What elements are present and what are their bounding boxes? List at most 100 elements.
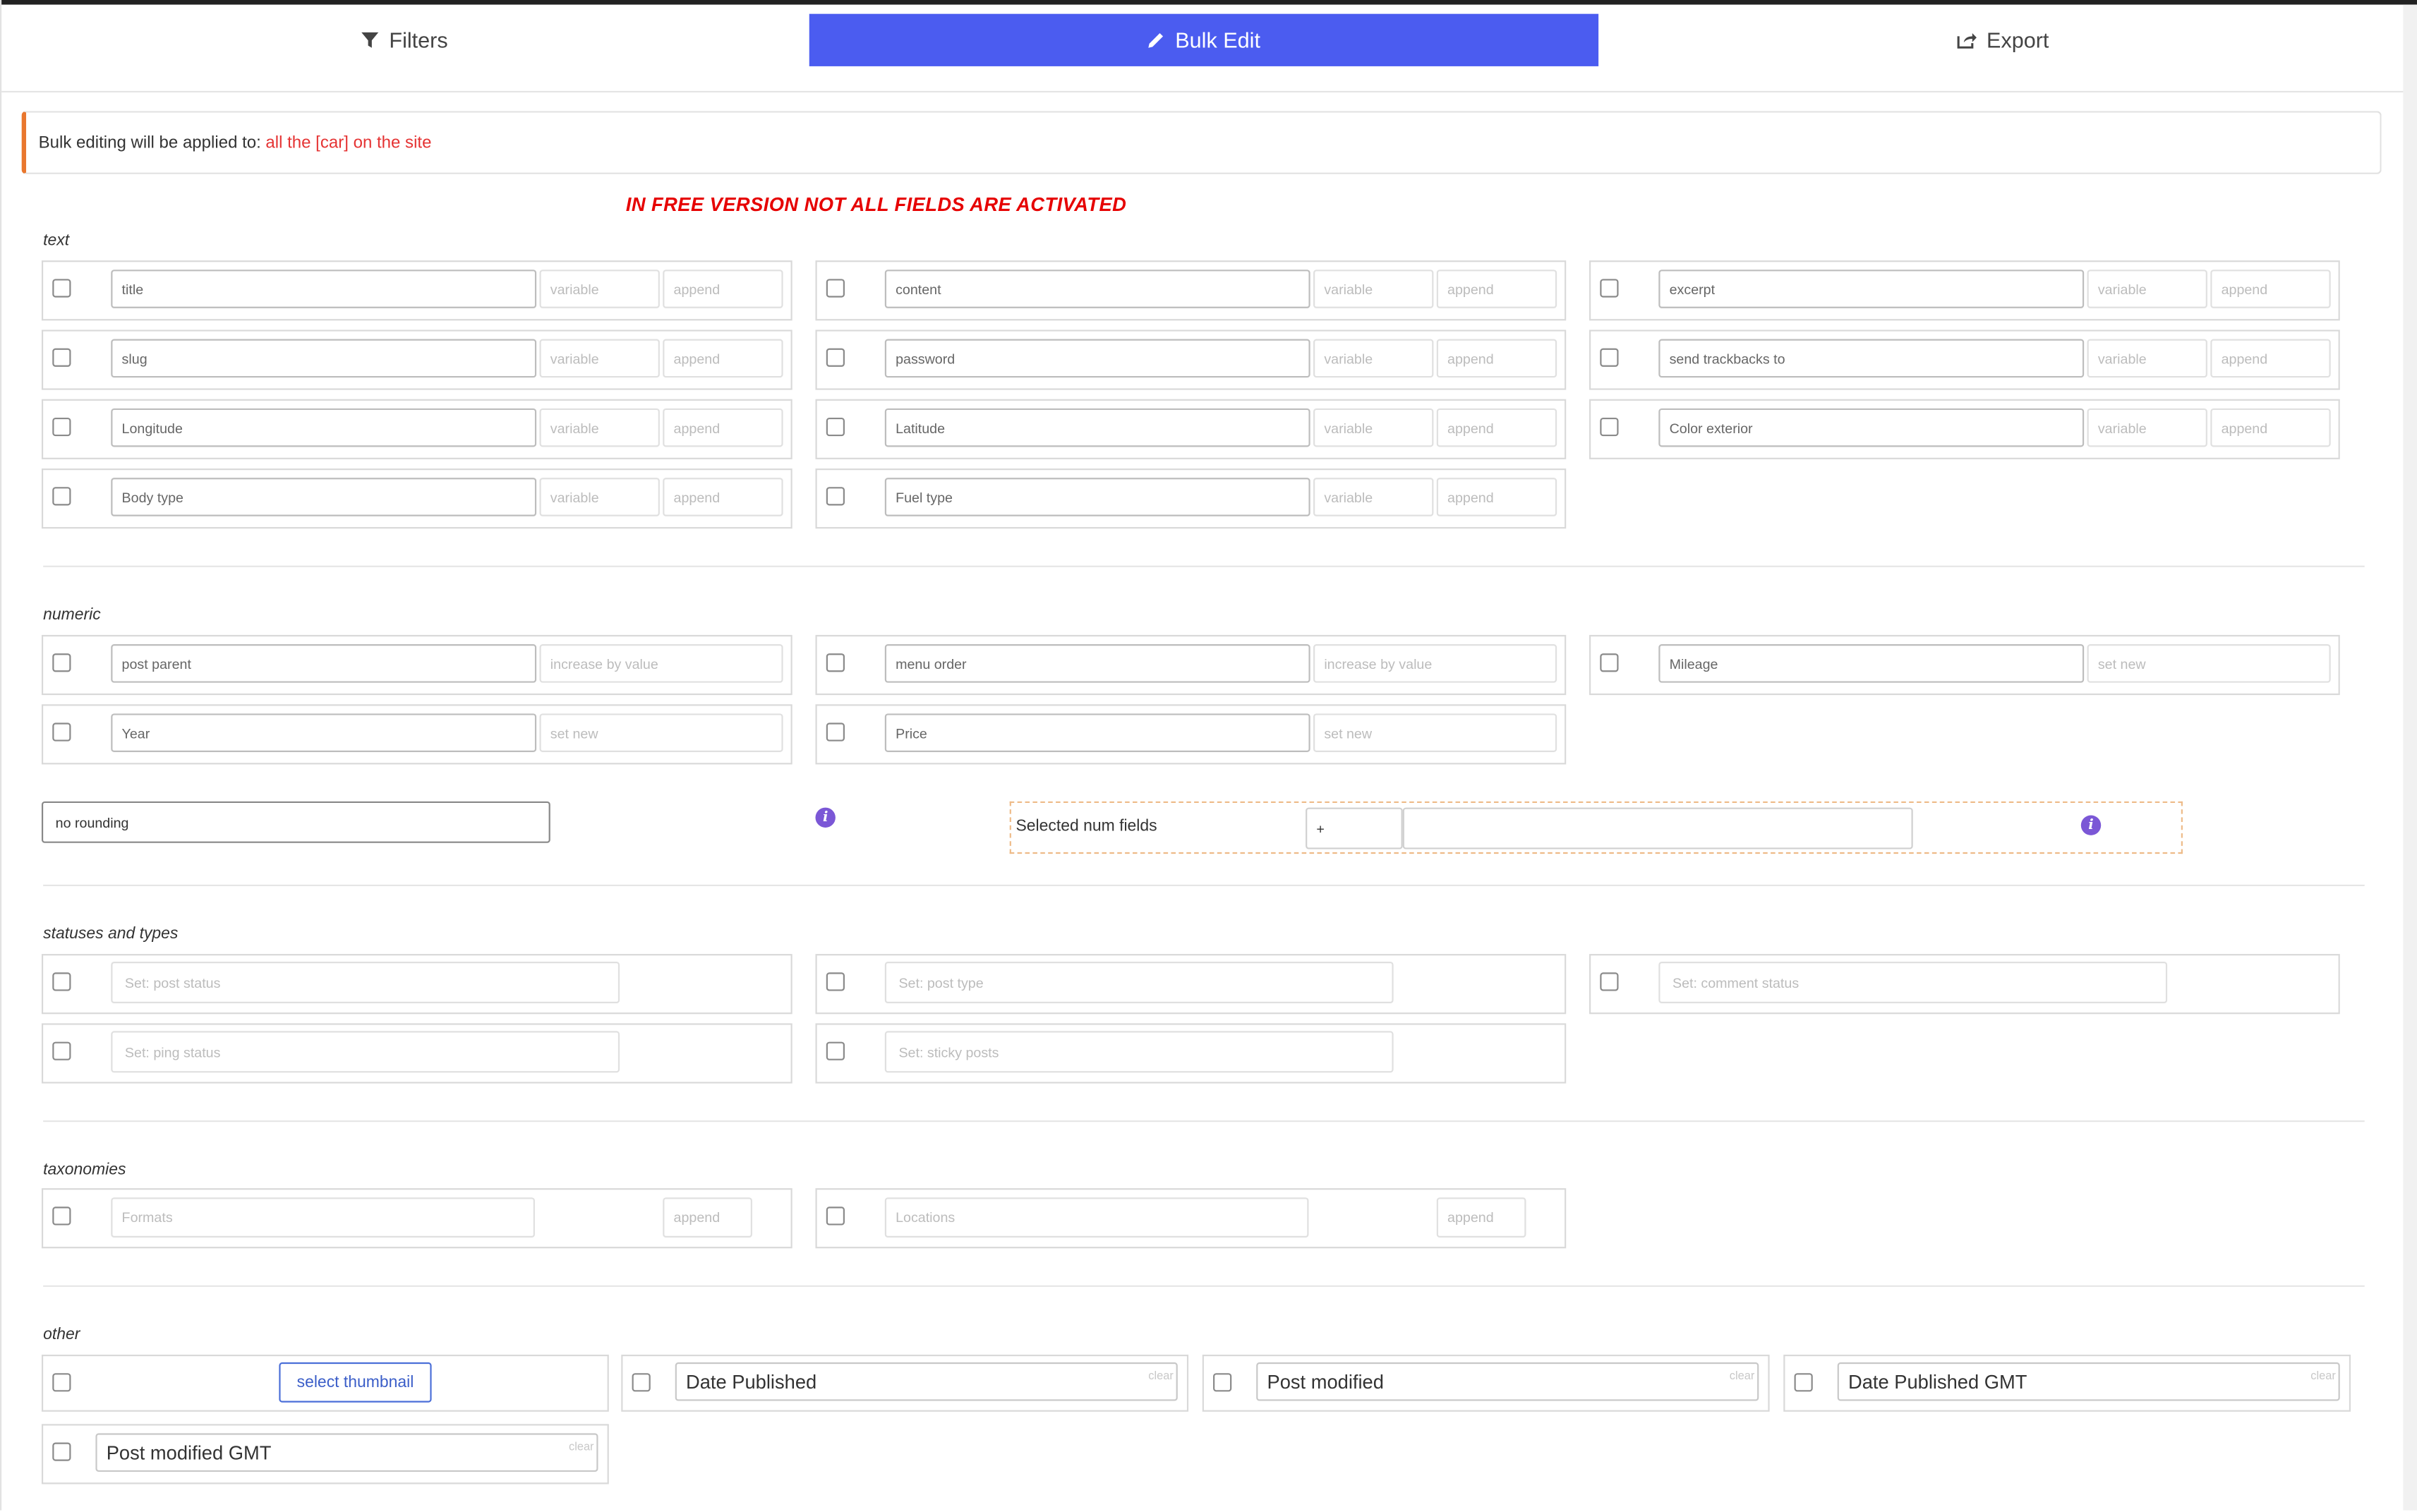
field-input[interactable]: Mileage [1658, 644, 2085, 683]
field-input[interactable]: slug [111, 339, 537, 378]
tab-bulk-edit[interactable]: Bulk Edit [809, 13, 1599, 66]
variable-select[interactable]: variable [2087, 339, 2207, 378]
status-field-row: Set: post status [41, 954, 792, 1015]
select-thumbnail-button[interactable]: select thumbnail [279, 1362, 432, 1403]
variable-select[interactable]: variable [1313, 408, 1434, 447]
status-select[interactable]: Set: post type [884, 962, 1394, 1003]
variable-select[interactable]: variable [1313, 339, 1434, 378]
clear-date-button[interactable]: clear [569, 1439, 594, 1453]
info-icon[interactable]: i [2080, 815, 2102, 835]
variable-select[interactable]: variable [1313, 478, 1434, 516]
numeric-mode-select[interactable]: increase by value [539, 644, 783, 683]
variable-select[interactable]: variable [539, 408, 660, 447]
operator-select[interactable]: + [1306, 807, 1403, 849]
taxonomy-mode-select[interactable]: append [663, 1197, 752, 1238]
field-checkbox[interactable] [826, 722, 845, 742]
clear-date-button[interactable]: clear [2310, 1369, 2336, 1383]
info-icon[interactable]: i [815, 807, 836, 828]
field-checkbox[interactable] [52, 279, 71, 298]
field-checkbox[interactable] [1600, 348, 1619, 367]
taxonomy-select[interactable]: Formats [111, 1197, 535, 1238]
field-input[interactable]: excerpt [1658, 270, 2085, 308]
date-input[interactable]: Date Published GMT [1837, 1362, 2340, 1401]
rounding-select[interactable]: no rounding [41, 801, 550, 843]
mode-select[interactable]: append [663, 478, 783, 516]
numeric-mode-select[interactable]: set new [1313, 713, 1557, 752]
mode-select[interactable]: append [1436, 339, 1557, 378]
mode-select[interactable]: append [663, 270, 783, 308]
tab-filters[interactable]: Filters [3, 14, 806, 66]
variable-select[interactable]: variable [2087, 408, 2207, 447]
numeric-mode-select[interactable]: increase by value [1313, 644, 1557, 683]
status-select[interactable]: Set: ping status [111, 1031, 620, 1073]
mode-select[interactable]: append [2210, 339, 2331, 378]
date-input[interactable]: Post modified [1256, 1362, 1759, 1401]
field-checkbox[interactable] [826, 1206, 845, 1226]
tab-export[interactable]: Export [1601, 14, 2403, 66]
field-checkbox[interactable] [52, 1206, 71, 1226]
status-select[interactable]: Set: sticky posts [884, 1031, 1394, 1073]
field-input[interactable]: Longitude [111, 408, 537, 447]
clear-date-button[interactable]: clear [1730, 1369, 1755, 1383]
numeric-mode-select[interactable]: set new [539, 713, 783, 752]
field-input[interactable]: send trackbacks to [1658, 339, 2085, 378]
date-input[interactable]: Post modified GMT [95, 1433, 598, 1472]
status-field-row: Set: comment status [1589, 954, 2340, 1015]
field-checkbox[interactable] [1600, 279, 1619, 298]
field-input[interactable]: post parent [111, 644, 537, 683]
variable-select[interactable]: variable [539, 478, 660, 516]
scrollbar-track[interactable] [2403, 4, 2417, 1511]
field-input[interactable]: Fuel type [884, 478, 1310, 516]
field-checkbox[interactable] [52, 487, 71, 506]
clear-date-button[interactable]: clear [1148, 1369, 1174, 1383]
field-checkbox[interactable] [52, 653, 71, 672]
field-input[interactable]: Color exterior [1658, 408, 2085, 447]
field-checkbox[interactable] [52, 1442, 71, 1461]
field-checkbox[interactable] [52, 1041, 71, 1060]
num-value-input[interactable] [1402, 807, 1913, 849]
field-input[interactable]: Body type [111, 478, 537, 516]
field-input[interactable]: Price [884, 713, 1310, 752]
mode-select[interactable]: append [2210, 270, 2331, 308]
field-checkbox[interactable] [1794, 1373, 1813, 1392]
field-input[interactable]: Latitude [884, 408, 1310, 447]
field-checkbox[interactable] [826, 487, 845, 506]
field-checkbox[interactable] [632, 1373, 651, 1392]
field-checkbox[interactable] [1213, 1373, 1232, 1392]
mode-select[interactable]: append [663, 339, 783, 378]
variable-select[interactable]: variable [539, 270, 660, 308]
date-input[interactable]: Date Published [675, 1362, 1178, 1401]
field-checkbox[interactable] [52, 348, 71, 367]
field-checkbox[interactable] [826, 348, 845, 367]
status-select[interactable]: Set: post status [111, 962, 620, 1003]
variable-select[interactable]: variable [2087, 270, 2207, 308]
mode-select[interactable]: append [1436, 270, 1557, 308]
field-checkbox[interactable] [826, 417, 845, 437]
field-checkbox[interactable] [826, 279, 845, 298]
numeric-mode-select[interactable]: set new [2087, 644, 2331, 683]
taxonomy-select[interactable]: Locations [884, 1197, 1309, 1238]
field-input[interactable]: title [111, 270, 537, 308]
status-select[interactable]: Set: comment status [1658, 962, 2168, 1003]
variable-select[interactable]: variable [539, 339, 660, 378]
variable-select[interactable]: variable [1313, 270, 1434, 308]
field-checkbox[interactable] [1600, 417, 1619, 437]
mode-select[interactable]: append [1436, 408, 1557, 447]
field-checkbox[interactable] [52, 722, 71, 742]
field-checkbox[interactable] [826, 653, 845, 672]
field-checkbox[interactable] [52, 1373, 71, 1392]
field-checkbox[interactable] [1600, 972, 1619, 991]
field-checkbox[interactable] [52, 417, 71, 437]
mode-select[interactable]: append [1436, 478, 1557, 516]
field-input[interactable]: content [884, 270, 1310, 308]
field-checkbox[interactable] [1600, 653, 1619, 672]
mode-select[interactable]: append [2210, 408, 2331, 447]
field-input[interactable]: password [884, 339, 1310, 378]
field-checkbox[interactable] [826, 972, 845, 991]
field-checkbox[interactable] [52, 972, 71, 991]
field-input[interactable]: Year [111, 713, 537, 752]
mode-select[interactable]: append [663, 408, 783, 447]
field-input[interactable]: menu order [884, 644, 1310, 683]
field-checkbox[interactable] [826, 1041, 845, 1060]
taxonomy-mode-select[interactable]: append [1436, 1197, 1526, 1238]
